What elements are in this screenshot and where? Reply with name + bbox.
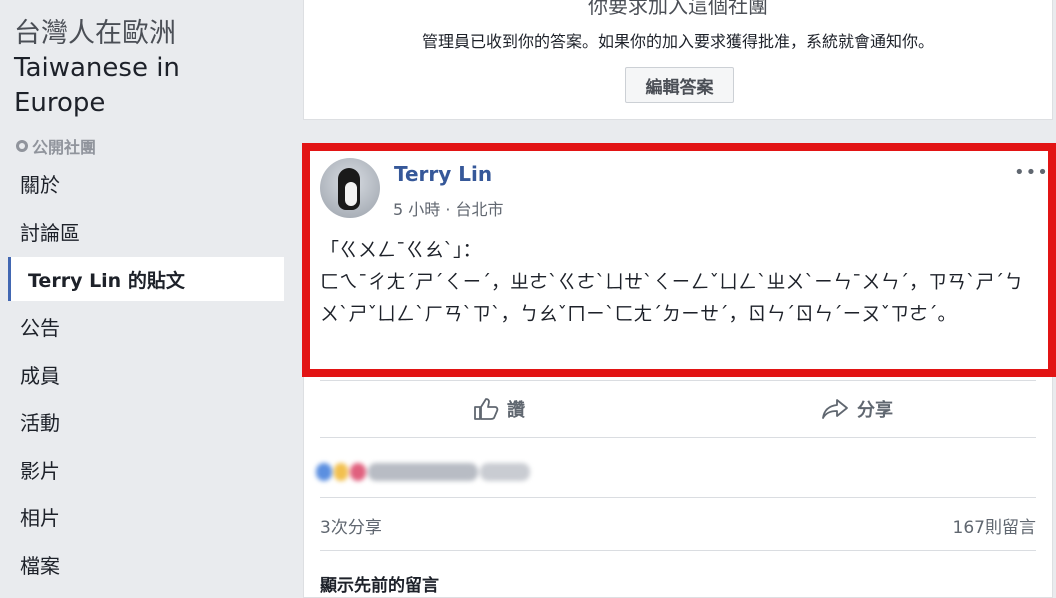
nav-item-discussion[interactable]: 討論區 <box>8 208 284 256</box>
post-meta: 5 小時 · 台北市 <box>393 196 504 220</box>
nav-item-announcements[interactable]: 公告 <box>8 303 284 351</box>
join-request-message: 管理員已收到你的答案。如果你的加入要求獲得批准，系統就會通知你。 <box>421 32 934 51</box>
group-title[interactable]: 台灣人在歐洲 Taiwanese in Europe <box>14 16 274 121</box>
divider <box>320 497 1036 498</box>
reaction-like-blurred <box>316 463 332 481</box>
post-actions: 讚 分享 <box>320 380 1036 438</box>
group-name-en[interactable]: Taiwanese in Europe <box>14 51 274 121</box>
like-button[interactable]: 讚 <box>320 381 678 437</box>
reactor-names-blurred <box>368 463 478 481</box>
more-options-icon[interactable]: ••• <box>1014 162 1049 183</box>
group-nav: 關於 討論區 Terry Lin 的貼文 公告 成員 活動 影片 相片 檔案 <box>8 160 284 588</box>
privacy-label: 公開社團 <box>32 138 97 157</box>
edit-answers-button[interactable]: 編輯答案 <box>625 67 734 103</box>
post-stats: 3次分享 167則留言 <box>320 513 1036 538</box>
join-request-card: 你要求加入這個社團 管理員已收到你的答案。如果你的加入要求獲得批准，系統就會通知… <box>303 0 1053 120</box>
reaction-summary-blurred[interactable] <box>316 452 616 492</box>
nav-item-photos[interactable]: 相片 <box>8 493 284 541</box>
nav-item-videos[interactable]: 影片 <box>8 446 284 494</box>
share-arrow-icon <box>821 398 849 420</box>
group-privacy: 公開社團 <box>16 134 96 158</box>
reactor-count-blurred <box>480 463 530 481</box>
group-name-zh[interactable]: 台灣人在歐洲 <box>14 16 274 51</box>
nav-item-members[interactable]: 成員 <box>8 351 284 399</box>
share-label: 分享 <box>857 400 893 421</box>
comment-count[interactable]: 167則留言 <box>953 513 1036 538</box>
post-text: 「ㄍㄨㄥˉㄍㄠˋ」： ㄈㄟˉㄔㄤˊㄕˊㄑㄧˊ，ㄓㄜˋㄍㄜˋㄩㄝˋㄑㄧㄥˇㄩㄥˋㄓ… <box>320 239 1024 325</box>
nav-item-events[interactable]: 活動 <box>8 398 284 446</box>
share-button[interactable]: 分享 <box>678 381 1036 437</box>
nav-item-about[interactable]: 關於 <box>8 160 284 208</box>
show-previous-comments-link[interactable]: 顯示先前的留言 <box>320 571 439 596</box>
divider <box>320 550 1036 551</box>
like-label: 讚 <box>507 400 525 421</box>
reaction-haha-blurred <box>334 463 348 481</box>
nav-item-member-posts[interactable]: Terry Lin 的貼文 <box>8 257 284 301</box>
meta-separator: · <box>440 200 456 219</box>
reaction-love-blurred <box>350 463 366 481</box>
nav-item-files[interactable]: 檔案 <box>8 541 284 589</box>
nav-item-member-posts-label: Terry Lin 的貼文 <box>28 269 185 292</box>
group-sidebar: 台灣人在歐洲 Taiwanese in Europe 公開社團 關於 討論區 T… <box>0 0 290 598</box>
thumbs-up-icon <box>473 397 499 421</box>
join-request-title: 你要求加入這個社團 <box>588 0 768 18</box>
post-author[interactable]: Terry Lin <box>394 162 492 186</box>
avatar[interactable] <box>320 158 380 218</box>
post-location[interactable]: 台北市 <box>456 200 504 219</box>
penguin-photo <box>338 168 360 210</box>
globe-icon <box>16 140 28 152</box>
share-count[interactable]: 3次分享 <box>320 513 382 538</box>
post-time[interactable]: 5 小時 <box>393 200 440 219</box>
